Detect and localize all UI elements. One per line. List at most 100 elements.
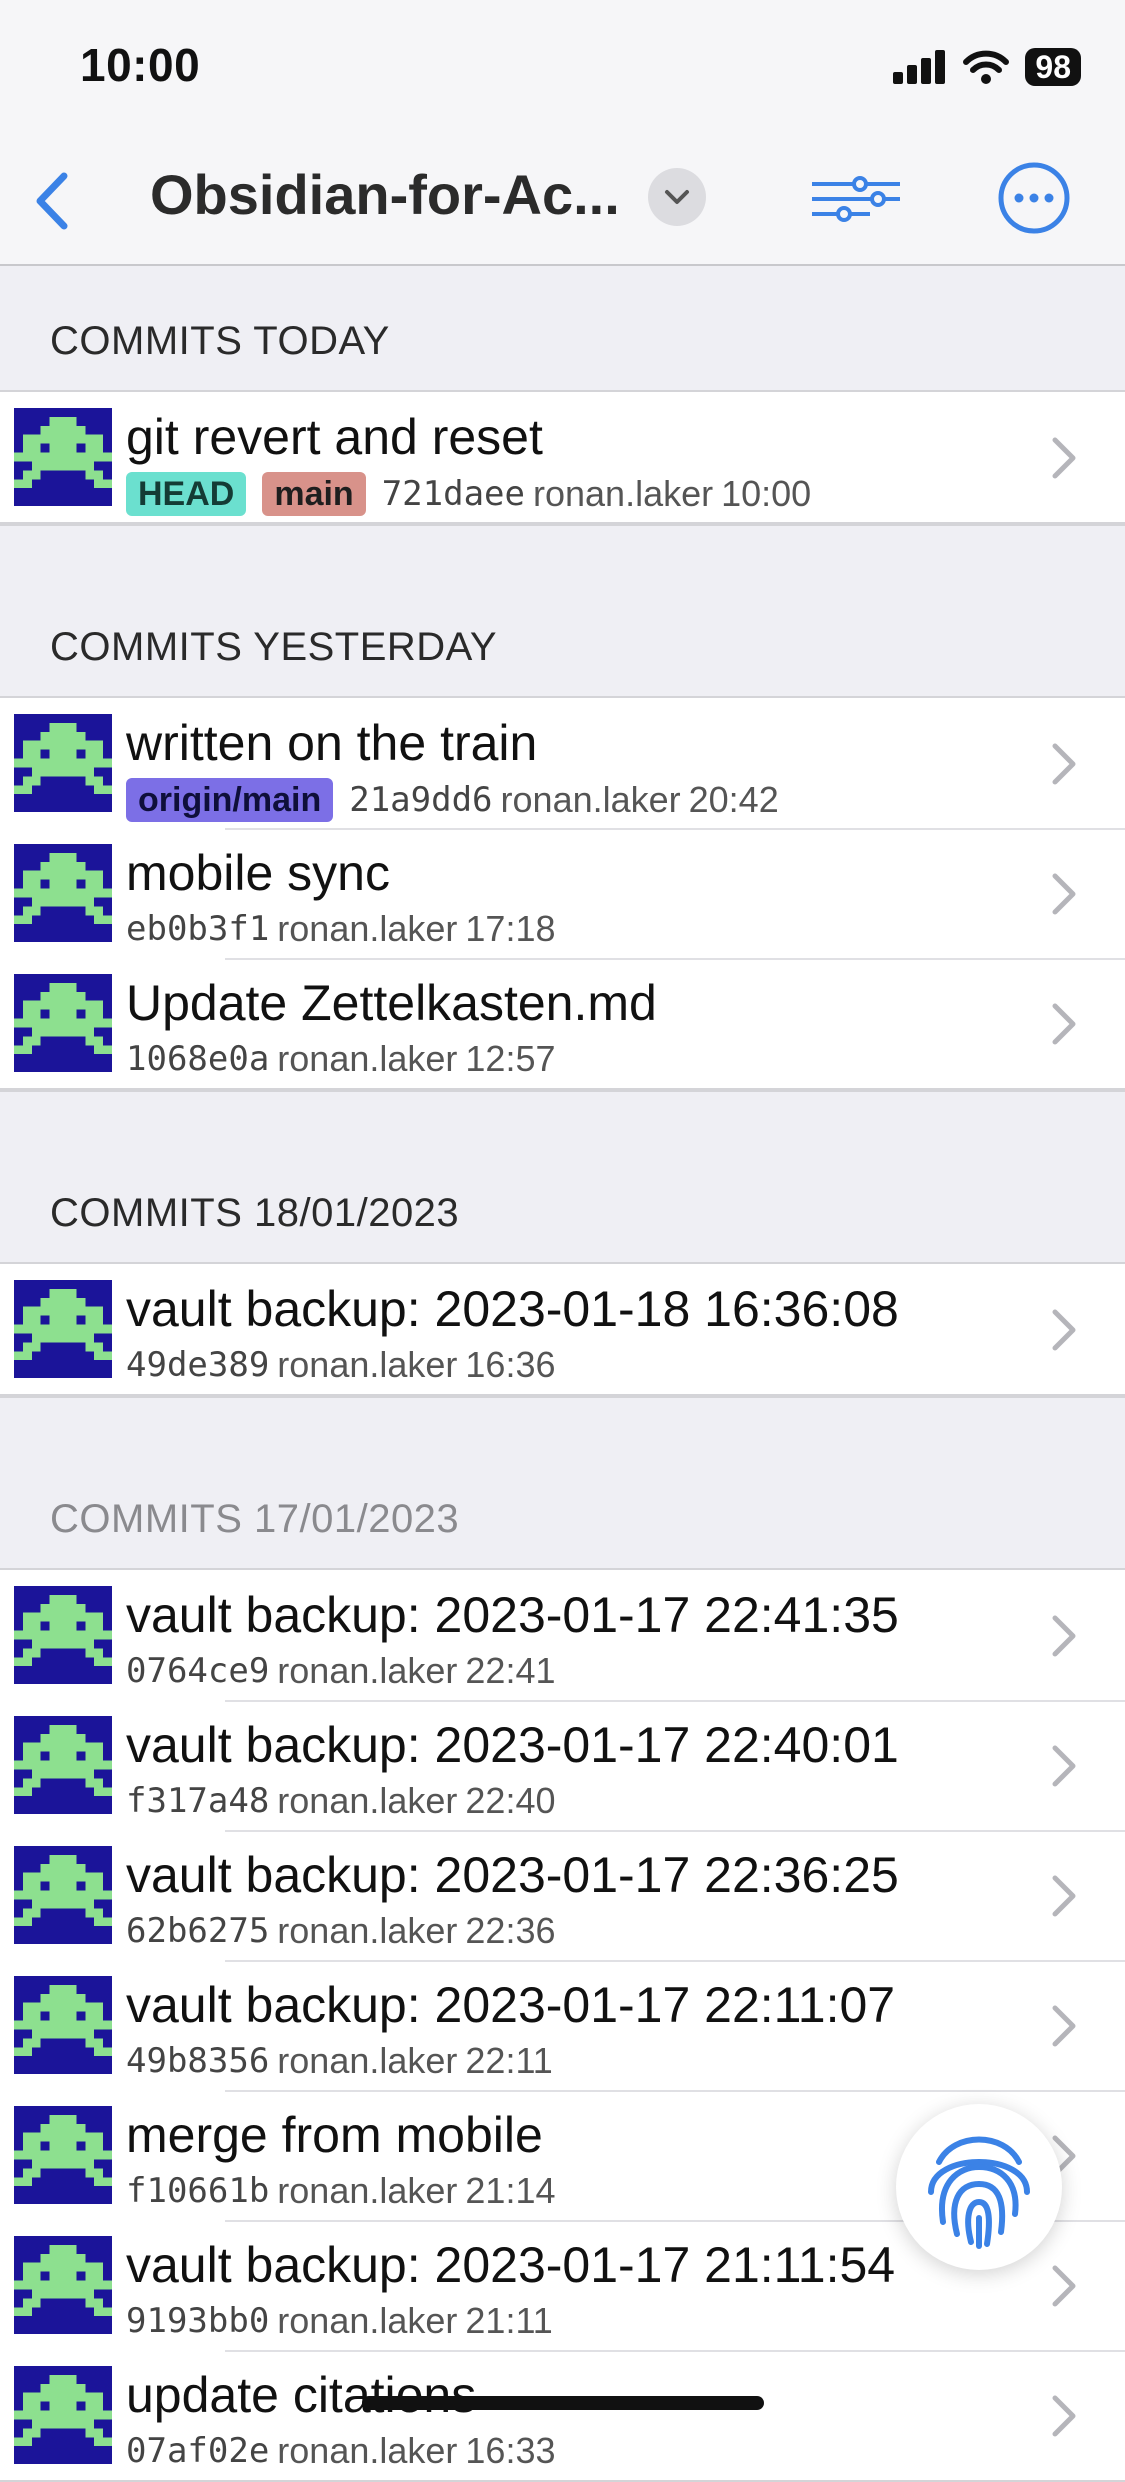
repository-dropdown-button[interactable] — [648, 168, 706, 226]
section-title: COMMITS 18/01/2023 — [50, 1191, 460, 1235]
ellipsis-circle-icon — [998, 162, 1070, 234]
commit-message: Update Zettelkasten.md — [126, 975, 657, 1031]
commit-hash: 07af02e — [126, 2431, 270, 2471]
commit-meta: eb0b3f1 ronan.laker 17:18 — [126, 908, 556, 950]
space-invader-avatar-icon — [14, 2366, 112, 2464]
commit-row[interactable]: vault backup: 2023-01-18 16:36:08 49de389… — [0, 1264, 1125, 1394]
commit-author: ronan.laker — [277, 2300, 458, 2341]
branch-badge: HEAD — [126, 472, 247, 516]
commit-row[interactable]: git revert and reset HEAD main 721daee ronan… — [0, 392, 1125, 522]
commit-row[interactable]: vault backup: 2023-01-17 22:40:01 f317a48… — [0, 1700, 1125, 1830]
chevron-right-icon — [1052, 1615, 1076, 1657]
back-button[interactable] — [22, 168, 82, 234]
branch-badge: origin/main — [126, 778, 334, 822]
commit-message: vault backup: 2023-01-17 21:11:54 — [126, 2237, 896, 2293]
chevron-left-icon — [36, 172, 68, 230]
commit-meta: f10661b ronan.laker 21:14 — [126, 2170, 556, 2212]
space-invader-avatar-icon — [14, 2106, 112, 2204]
commit-row[interactable]: vault backup: 2023-01-17 22:41:35 0764ce9… — [0, 1570, 1125, 1700]
commit-meta: 62b6275 ronan.laker 22:36 — [126, 1910, 556, 1952]
git-branches-icon — [812, 176, 900, 222]
commit-row[interactable]: Update Zettelkasten.md 1068e0a ronan.laker… — [0, 958, 1125, 1088]
commit-meta: origin/main 21a9dd6 ronan.laker 20:42 — [126, 778, 779, 822]
commit-time: 12:57 — [465, 1038, 556, 1079]
commit-row[interactable]: written on the train origin/main 21a9dd6 ro… — [0, 698, 1125, 828]
fingerprint-button[interactable] — [896, 2104, 1062, 2270]
nav-bar: Obsidian-for-Ac... — [0, 140, 1125, 266]
chevron-right-icon — [1052, 2265, 1076, 2307]
commit-row[interactable]: update citations 07af02e ronan.laker 16:33 — [0, 2350, 1125, 2480]
commit-message: git revert and reset — [126, 409, 543, 465]
commit-group: vault backup: 2023-01-18 16:36:08 49de389… — [0, 1262, 1125, 1396]
commit-hash: 49b8356 — [126, 2041, 270, 2081]
commit-time: 16:36 — [465, 1344, 556, 1385]
branch-filter-button[interactable] — [806, 164, 906, 234]
space-invader-avatar-icon — [14, 1846, 112, 1944]
section-header: COMMITS 18/01/2023 — [0, 1090, 1125, 1262]
commit-author: ronan.laker — [277, 1650, 458, 1691]
space-invader-avatar-icon — [14, 2236, 112, 2334]
commit-meta: 1068e0a ronan.laker 12:57 — [126, 1038, 556, 1080]
commit-author: ronan.laker — [277, 2430, 458, 2471]
commit-message: vault backup: 2023-01-17 22:41:35 — [126, 1587, 899, 1643]
commit-author: ronan.laker — [500, 779, 681, 820]
commit-meta: f317a48 ronan.laker 22:40 — [126, 1780, 556, 1822]
commit-author: ronan.laker — [277, 1038, 458, 1079]
commit-row[interactable]: vault backup: 2023-01-17 22:36:25 62b6275… — [0, 1830, 1125, 1960]
commit-author: ronan.laker — [277, 2170, 458, 2211]
space-invader-avatar-icon — [14, 1716, 112, 1814]
commit-group: vault backup: 2023-01-17 22:41:35 0764ce9… — [0, 1568, 1125, 2482]
commit-author: ronan.laker — [533, 473, 714, 514]
chevron-right-icon — [1052, 2395, 1076, 2437]
wifi-icon — [963, 50, 1010, 84]
commit-meta: 9193bb0 ronan.laker 21:11 — [126, 2300, 553, 2342]
branch-badge: main — [262, 472, 366, 516]
commit-hash: 721daee — [381, 474, 525, 514]
commit-hash: f317a48 — [126, 1781, 270, 1821]
commit-time: 20:42 — [688, 779, 779, 820]
commit-time: 16:33 — [465, 2430, 556, 2471]
more-options-button[interactable] — [994, 158, 1074, 238]
commit-author: ronan.laker — [277, 1910, 458, 1951]
chevron-right-icon — [1052, 2005, 1076, 2047]
commit-meta: 49de389 ronan.laker 16:36 — [126, 1344, 556, 1386]
commit-author: ronan.laker — [277, 908, 458, 949]
commit-meta: 07af02e ronan.laker 16:33 — [126, 2430, 556, 2472]
commit-row[interactable]: mobile sync eb0b3f1 ronan.laker 17:18 — [0, 828, 1125, 958]
commit-meta: HEAD main 721daee ronan.laker 10:00 — [126, 472, 811, 516]
repository-title[interactable]: Obsidian-for-Ac... — [150, 162, 620, 227]
commit-row[interactable]: vault backup: 2023-01-17 22:11:07 49b8356… — [0, 1960, 1125, 2090]
space-invader-avatar-icon — [14, 844, 112, 942]
commit-time: 21:11 — [465, 2300, 553, 2341]
commit-message: vault backup: 2023-01-18 16:36:08 — [126, 1281, 899, 1337]
commit-meta: 0764ce9 ronan.laker 22:41 — [126, 1650, 556, 1692]
commit-group: git revert and reset HEAD main 721daee ronan… — [0, 390, 1125, 524]
commit-message: written on the train — [126, 715, 538, 771]
section-title: COMMITS YESTERDAY — [50, 625, 498, 669]
commit-hash: f10661b — [126, 2171, 270, 2211]
section-header: COMMITS YESTERDAY — [0, 524, 1125, 696]
commit-meta: 49b8356 ronan.laker 22:11 — [126, 2040, 553, 2082]
commit-time: 10:00 — [721, 473, 812, 514]
chevron-right-icon — [1052, 1003, 1076, 1045]
commit-hash: 62b6275 — [126, 1911, 270, 1951]
space-invader-avatar-icon — [14, 408, 112, 506]
section-title: COMMITS TODAY — [50, 319, 390, 363]
status-bar: 10:00 98 — [0, 0, 1125, 140]
commit-hash: eb0b3f1 — [126, 909, 270, 949]
commit-time: 17:18 — [465, 908, 556, 949]
commit-hash: 1068e0a — [126, 1039, 270, 1079]
commit-time: 22:11 — [465, 2040, 553, 2081]
space-invader-avatar-icon — [14, 714, 112, 812]
commit-message: vault backup: 2023-01-17 22:11:07 — [126, 1977, 896, 2033]
commit-time: 22:40 — [465, 1780, 556, 1821]
commit-hash: 21a9dd6 — [349, 780, 493, 820]
commit-hash: 0764ce9 — [126, 1651, 270, 1691]
space-invader-avatar-icon — [14, 974, 112, 1072]
commit-message: merge from mobile — [126, 2107, 543, 2163]
chevron-down-icon — [665, 190, 689, 204]
status-time: 10:00 — [80, 39, 201, 91]
commit-time: 21:14 — [465, 2170, 556, 2211]
commit-group: written on the train origin/main 21a9dd6 ro… — [0, 696, 1125, 1090]
chevron-right-icon — [1052, 1745, 1076, 1787]
